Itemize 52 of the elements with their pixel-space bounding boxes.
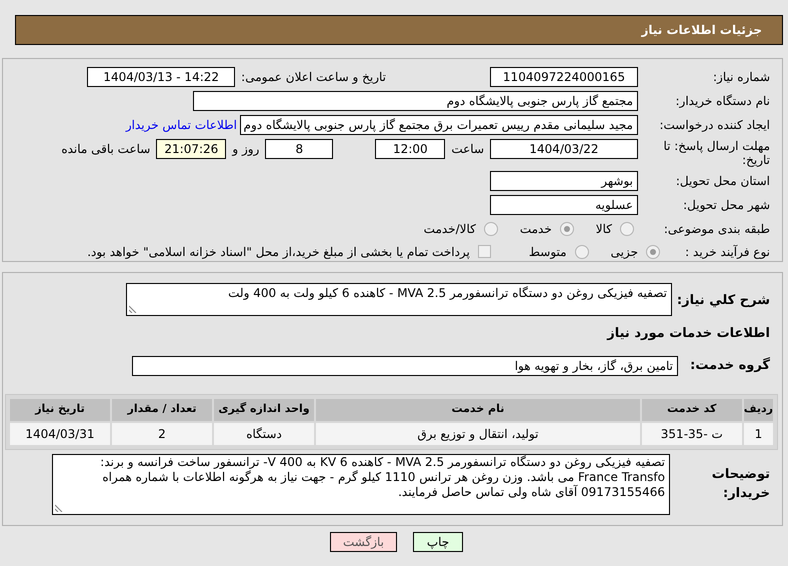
field-label: شرح کلي نیاز:: [676, 292, 770, 310]
checkbox-label: پرداخت تمام یا بخشی از مبلغ خرید،از محل "اسناد خزانه اسلامی" خواهد بود.: [87, 244, 470, 260]
text-field[interactable]: 1404/03/22: [490, 139, 638, 159]
table-cell: 1404/03/31: [10, 422, 110, 444]
radio-label: کالا: [596, 220, 612, 238]
column-header: کد خدمت: [642, 398, 742, 420]
text-field[interactable]: بوشهر: [490, 171, 638, 191]
field-label: ایجاد کننده درخواست:: [658, 117, 770, 134]
field-label: نوع فرآیند خرید :: [684, 244, 770, 260]
print-button[interactable]: چاپ: [413, 532, 463, 552]
text-field[interactable]: مجتمع گاز پارس جنوبی پالایشگاه دوم: [193, 91, 638, 111]
table-cell: ت -35-351: [642, 422, 742, 444]
text-field[interactable]: 12:00: [375, 139, 446, 159]
field-label: شهر محل تحویل:: [682, 197, 770, 214]
field-label: استان محل تحویل:: [674, 173, 770, 190]
column-header: تاریخ نیاز: [10, 398, 110, 420]
column-header: ردیف: [744, 398, 773, 420]
field-label: گروه خدمت:: [689, 356, 770, 375]
text-field[interactable]: 1104097224000165: [490, 67, 638, 87]
radio-label: جزیی: [610, 244, 638, 260]
field-label: مهلت ارسال پاسخ: تا تاریخ:: [662, 139, 770, 167]
column-header: واحد اندازه گیری: [214, 398, 314, 420]
table-cell: 2: [112, 422, 212, 444]
text-area-value: تصفیه فیزیکی روغن دو دستگاه ترانسفورمر MVA 2.5 - کاهنده 6 کیلو ولت به 400 ولت: [228, 286, 667, 300]
field-label: شماره نیاز:: [712, 69, 770, 86]
radio-label: کالا/خدمت: [424, 220, 476, 238]
table-cell: 1: [744, 422, 773, 444]
radio-label: متوسط: [528, 244, 567, 260]
table-cell: دستگاه: [214, 422, 314, 444]
text-field[interactable]: تامین برق، گاز، بخار و تهویه هوا: [132, 356, 678, 376]
back-button[interactable]: بازگشت: [330, 532, 397, 552]
table-cell: تولید، انتقال و توزیع برق: [316, 422, 640, 444]
radio-label: خدمت: [520, 220, 552, 238]
text-field[interactable]: عسلویه: [490, 195, 638, 215]
text-area-value: تصفیه فیزیکی روغن دو دستگاه ترانسفورمر MVA 2.5 - کاهنده 6 KV به 400 V- ترانسفور ساخت فرانسه و برند: France Transfo می باشد. وزن روغن هر ترانس 1110 کیلو گرم - جهت نیاز به هرگونه اطلاعات با شماره همراه 09173155466 آقای شاه ولی تماس حاصل فرمایند.: [100, 454, 665, 498]
header-title: جزئیات اطلاعات نیاز: [641, 22, 762, 39]
text-area[interactable]: تصفیه فیزیکی روغن دو دستگاه ترانسفورمر MVA 2.5 - کاهنده 6 کیلو ولت به 400 ولت: [126, 283, 672, 316]
field-label: ساعت: [451, 141, 484, 158]
column-header: نام خدمت: [316, 398, 640, 420]
field-label: نام دستگاه خریدار:: [674, 93, 770, 110]
field-label: ساعت باقی مانده: [61, 141, 150, 158]
field-label: طبقه بندی موضوعی:: [662, 220, 770, 238]
text-field[interactable]: 1404/03/13 - 14:22: [87, 67, 236, 87]
field-label: توضیحات خریدار:: [710, 466, 770, 503]
text-field[interactable]: مجید سلیمانی مقدم رییس تعمیرات برق مجتمع گاز پارس جنوبی پالایشگاه دوم: [240, 115, 638, 135]
column-header: تعداد / مقدار: [112, 398, 212, 420]
contact-link[interactable]: اطلاعات تماس خریدار: [126, 116, 237, 134]
field-label: تاریخ و ساعت اعلان عمومی:: [241, 69, 386, 86]
section-title: اطلاعات خدمات مورد نیاز: [606, 325, 770, 343]
text-field[interactable]: 21:07:26: [156, 139, 226, 159]
text-field[interactable]: 8: [265, 139, 334, 159]
field-label: روز و: [232, 141, 260, 158]
